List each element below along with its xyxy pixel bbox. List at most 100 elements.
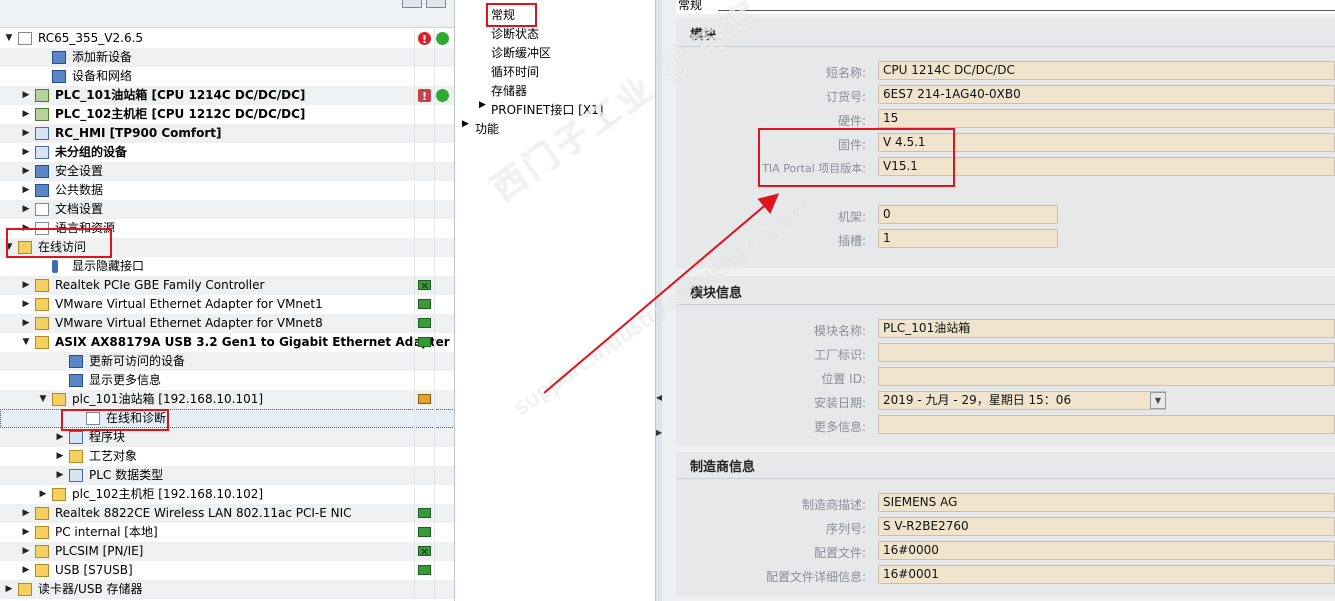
column-separator (414, 200, 415, 219)
tree-item[interactable]: ▶ VMware Virtual Ethernet Adapter for VMn… (0, 314, 454, 333)
chevron-right-icon[interactable]: ▶ (21, 561, 31, 580)
tree-toolbar (0, 0, 454, 28)
slot-field: 1 (878, 229, 1058, 248)
security-icon (35, 165, 49, 178)
tree-item[interactable]: ▼ ASIX AX88179A USB 3.2 Gen1 to Gigabit E… (0, 333, 454, 355)
chevron-right-icon[interactable]: ▶ (21, 276, 31, 295)
plc-data-types-icon (69, 469, 83, 482)
tree-item[interactable]: ▶ 安全设置 (0, 162, 454, 181)
plant-id-field[interactable] (878, 343, 1335, 362)
tree-item[interactable]: ▶ Realtek PCIe GBE Family Controller (0, 276, 454, 295)
connection-icon (418, 394, 431, 404)
error-status-icon (418, 87, 431, 106)
chevron-right-icon[interactable]: ▶ (4, 580, 14, 599)
tree-item[interactable]: ▶ RC_HMI [TP900 Comfort] (0, 124, 454, 143)
tree-item[interactable]: ▶ PLC_101油站箱 [CPU 1214C DC/DC/DC] (0, 86, 454, 106)
hardware-label: 硬件: (837, 114, 866, 128)
chevron-right-icon[interactable]: ▶ (21, 124, 31, 143)
common-data-icon (35, 184, 49, 197)
chevron-right-icon[interactable]: ▶ (55, 447, 65, 466)
nav-diag-status[interactable]: 诊断状态 (491, 25, 539, 42)
chevron-right-icon[interactable]: ▶ (21, 523, 31, 542)
tree-item[interactable]: ▶ plc_102主机柜 [192.168.10.102] (0, 485, 454, 504)
rack-label: 机架: (837, 210, 866, 224)
doc-settings-icon (35, 203, 49, 216)
tree-item-label: Realtek PCIe GBE Family Controller (55, 278, 265, 292)
chevron-right-icon[interactable]: ▶ (38, 485, 48, 504)
tree-item[interactable]: ▶ 未分组的设备 (0, 143, 454, 162)
tree-item[interactable]: 添加新设备 (0, 48, 454, 67)
divider (676, 478, 1335, 479)
chevron-right-icon[interactable]: ▶ (55, 466, 65, 485)
chevron-right-icon[interactable]: ▶ (21, 143, 31, 162)
plant-id-label: 工厂标识: (813, 348, 866, 362)
tree-item-label: PLC 数据类型 (89, 468, 164, 482)
tree-item[interactable]: 设备和网络 (0, 67, 454, 86)
plc-icon (35, 89, 49, 102)
chevron-right-icon[interactable]: ▶ (479, 100, 486, 110)
chevron-down-icon[interactable]: ▼ (21, 333, 31, 352)
chevron-right-icon[interactable]: ▶ (21, 314, 31, 333)
tree-item[interactable]: ▶ 公共数据 (0, 181, 454, 200)
tree-item[interactable]: ▶ USB [S7USB] (0, 561, 454, 580)
network-status-icon (418, 318, 431, 328)
more-info-field[interactable] (878, 415, 1335, 434)
tree-view-button[interactable] (402, 0, 422, 8)
tree-item[interactable]: 显示隐藏接口 (0, 257, 454, 276)
nav-memory[interactable]: 存储器 (491, 82, 527, 99)
tree-item[interactable]: 显示更多信息 (0, 371, 454, 390)
chevron-right-icon[interactable]: ▶ (21, 504, 31, 523)
tree-item[interactable]: ▶ 读卡器/USB 存储器 (0, 580, 454, 599)
chevron-right-icon[interactable]: ▶ (21, 105, 31, 124)
panel-header: 常规 (676, 0, 1335, 14)
tree-item-label: 更新可访问的设备 (89, 354, 186, 368)
tree-item[interactable]: ▶ PLCSIM [PN/IE] (0, 542, 454, 561)
tree-options-button[interactable] (426, 0, 446, 8)
chevron-right-icon[interactable]: ▶ (21, 86, 31, 105)
column-separator (414, 409, 415, 428)
column-separator (434, 48, 435, 67)
install-date-field[interactable]: 2019 - 九月 - 29，星期日 15：06 (878, 391, 1166, 410)
chevron-right-icon[interactable]: ▶ (21, 200, 31, 219)
column-separator (434, 67, 435, 86)
tree-item[interactable]: ▶ PLC_102主机柜 [CPU 1212C DC/DC/DC] (0, 105, 454, 124)
column-separator (414, 238, 415, 257)
network-icon (52, 70, 66, 83)
plc-icon (35, 108, 49, 121)
chevron-right-icon[interactable]: ▶ (21, 181, 31, 200)
ungrouped-devices-icon (35, 146, 49, 159)
column-separator (434, 428, 435, 447)
divider (676, 304, 1335, 305)
nav-diag-buffer[interactable]: 诊断缓冲区 (491, 44, 551, 61)
more-info-label: 更多信息: (813, 420, 866, 434)
nav-functions[interactable]: 功能 (475, 120, 499, 137)
nav-profinet[interactable]: PROFINET接口 [X1] (491, 101, 603, 118)
module-name-field[interactable]: PLC_101油站箱 (878, 319, 1335, 338)
location-id-field[interactable] (878, 367, 1335, 386)
chevron-down-icon[interactable]: ▼ (1150, 392, 1166, 409)
column-separator (434, 105, 435, 124)
order-no-field: 6ES7 214-1AG40-0XB0 (878, 85, 1335, 104)
tree-item[interactable]: ▶ PLC 数据类型 (0, 466, 454, 485)
adapter-icon (35, 564, 49, 577)
tree-item[interactable]: ▶ 文档设置 (0, 200, 454, 219)
serial-field: S V-R2BE2760 (878, 517, 1335, 536)
chevron-down-icon[interactable]: ▼ (38, 390, 48, 409)
tree-item-label: plc_102主机柜 [192.168.10.102] (72, 487, 264, 501)
status-cell (414, 295, 454, 314)
tree-item[interactable]: ▶ PC internal [本地] (0, 523, 454, 542)
tree-item[interactable]: ▶ VMware Virtual Ethernet Adapter for VMn… (0, 295, 454, 314)
chevron-right-icon[interactable]: ▶ (462, 119, 469, 129)
chevron-right-icon[interactable]: ▶ (21, 542, 31, 561)
nav-cycle-time[interactable]: 循环时间 (491, 63, 539, 80)
tree-item-label: 读卡器/USB 存储器 (38, 582, 143, 596)
tree-item[interactable]: 更新可访问的设备 (0, 352, 454, 371)
tree-item[interactable]: ▶ 工艺对象 (0, 447, 454, 466)
chevron-right-icon[interactable]: ▶ (21, 162, 31, 181)
status-cell (414, 542, 454, 561)
chevron-down-icon[interactable]: ▼ (4, 29, 14, 48)
tree-item[interactable]: ▼ plc_101油站箱 [192.168.10.101] (0, 390, 454, 409)
tree-item[interactable]: ▼ RC65_355_V2.6.5 (0, 29, 454, 49)
tree-item[interactable]: ▶ Realtek 8822CE Wireless LAN 802.11ac PC… (0, 504, 454, 523)
chevron-right-icon[interactable]: ▶ (21, 295, 31, 314)
